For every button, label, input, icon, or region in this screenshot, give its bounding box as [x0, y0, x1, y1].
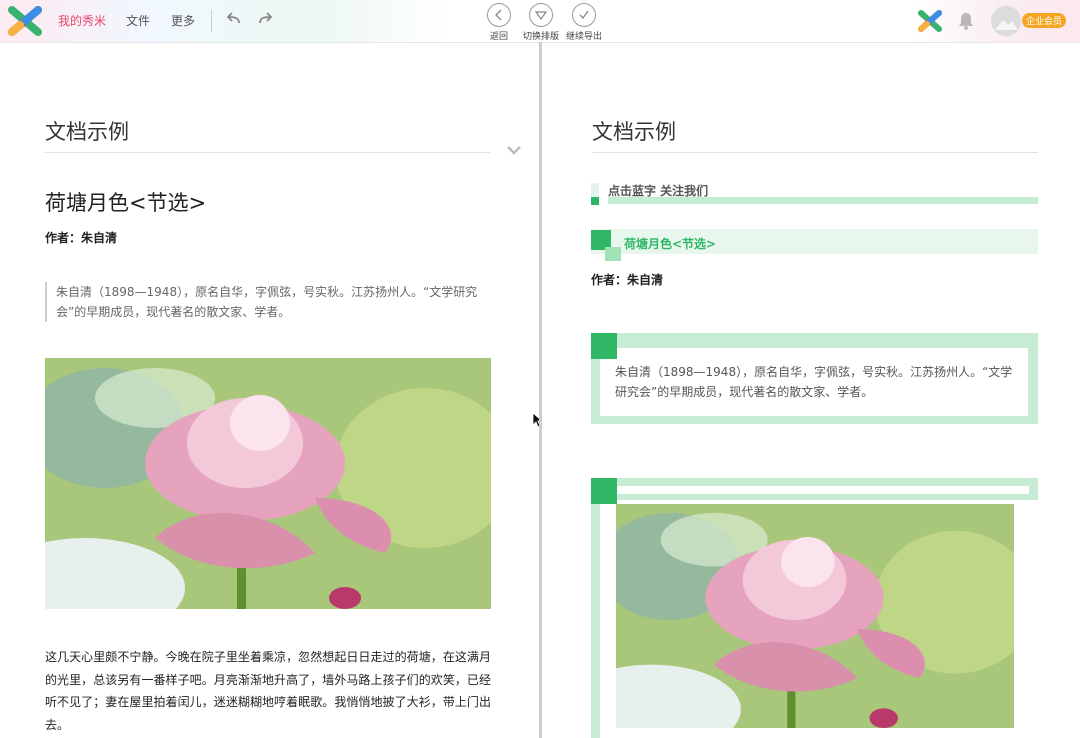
back-icon: [487, 3, 511, 27]
top-toolbar: 我的秀米 文件 更多 返回 切换排版 继续导出 企业会员: [0, 0, 1080, 43]
left-quote-block: 朱自清（1898—1948），原名自华，字佩弦，号实秋。江苏扬州人。“文学研究会…: [45, 282, 490, 322]
avatar-mountain-icon: [991, 6, 1021, 36]
left-lotus-image: [45, 358, 491, 609]
right-doc-title: 文档示例: [592, 120, 676, 144]
bell-icon[interactable]: [956, 11, 976, 31]
right-title-divider: [592, 152, 1038, 153]
heading-square-light: [605, 247, 621, 261]
mouse-cursor-icon: [532, 412, 539, 428]
toolbar-separator: [211, 10, 212, 32]
enterprise-member-badge[interactable]: 企业会员: [1022, 13, 1067, 28]
left-article-title: 荷塘月色<节选>: [45, 191, 207, 215]
export-label: 继续导出: [565, 32, 602, 42]
follow-decoration-box: [591, 183, 599, 197]
nav-file[interactable]: 文件: [126, 12, 150, 29]
redo-icon[interactable]: [257, 10, 275, 30]
left-title-divider: [45, 152, 490, 153]
follow-decoration-dot: [591, 197, 599, 205]
switch-layout-icon: [529, 3, 553, 27]
right-article-heading: 荷塘月色<节选>: [624, 237, 717, 251]
right-preview-pane: 文档示例 点击蓝字 关注我们 荷塘月色<节选> 作者：朱自清 朱自清（1898—…: [542, 42, 1080, 738]
left-author: 作者：朱自清: [45, 231, 118, 245]
chevron-down-icon[interactable]: [506, 144, 522, 156]
left-body-paragraph: 这几天心里颇不宁静。今晚在院子里坐着乘凉，忽然想起日日走过的荷塘，在这满月的光里…: [45, 650, 491, 732]
quote-corner-square: [591, 333, 617, 359]
image-corner-square: [591, 478, 617, 504]
avatar[interactable]: [991, 6, 1021, 36]
follow-us-text[interactable]: 点击蓝字 关注我们: [608, 182, 708, 199]
export-icon: [572, 3, 596, 27]
right-lotus-image: [616, 504, 1014, 728]
export-button[interactable]: 继续导出: [556, 3, 612, 42]
nav-my-xiumi[interactable]: 我的秀米: [58, 12, 106, 29]
xiumi-small-logo-icon: [918, 10, 942, 32]
nav-more[interactable]: 更多: [171, 12, 195, 29]
left-document-pane: 文档示例 荷塘月色<节选> 作者：朱自清 朱自清（1898—1948），原名自华…: [0, 42, 539, 738]
left-doc-title: 文档示例: [45, 120, 129, 144]
right-quote-text: 朱自清（1898—1948），原名自华，字佩弦，号实秋。江苏扬州人。“文学研究会…: [615, 365, 1013, 399]
undo-icon[interactable]: [224, 10, 242, 30]
right-author: 作者：朱自清: [591, 273, 664, 287]
xiumi-logo-icon[interactable]: [8, 6, 42, 36]
